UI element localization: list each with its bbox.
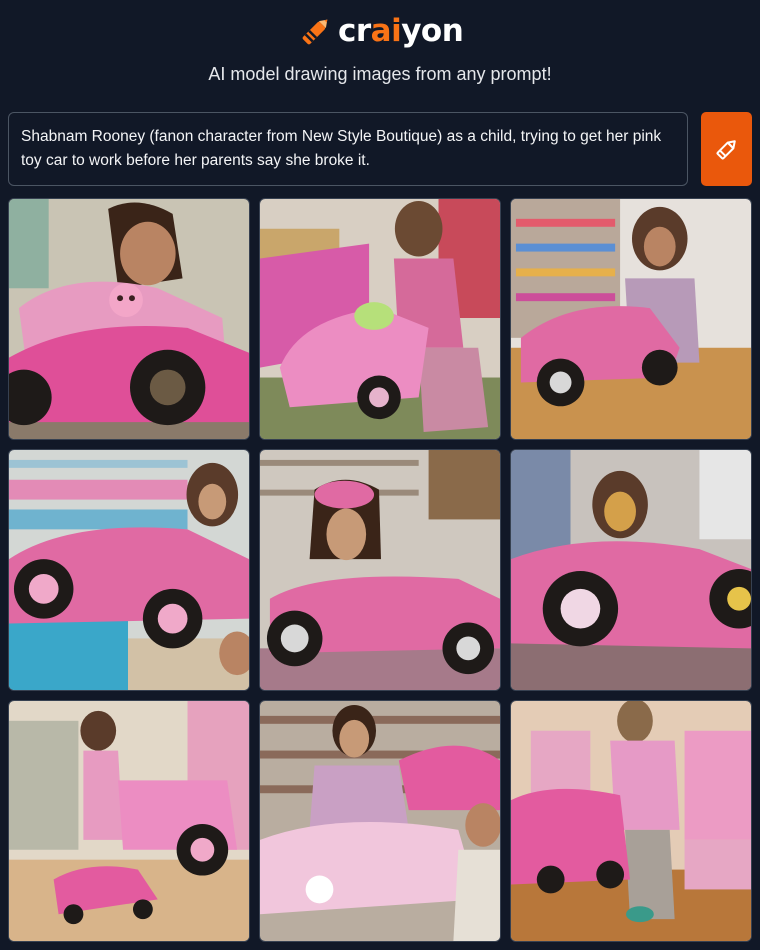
brand-name: craiyon	[338, 10, 464, 52]
result-image[interactable]	[8, 198, 250, 440]
prompt-input[interactable]: Shabnam Rooney (fanon character from New…	[8, 112, 688, 186]
result-image[interactable]	[510, 449, 752, 691]
result-image[interactable]	[259, 449, 501, 691]
crayon-icon	[302, 19, 328, 45]
brand-name-part1: cr	[338, 13, 371, 49]
result-image[interactable]	[510, 198, 752, 440]
tagline: AI model drawing images from any prompt!	[208, 64, 552, 84]
result-image[interactable]	[259, 700, 501, 942]
result-image[interactable]	[8, 449, 250, 691]
pencil-icon	[716, 140, 736, 160]
result-image[interactable]	[510, 700, 752, 942]
brand-name-part2: yon	[401, 13, 464, 49]
result-image[interactable]	[259, 198, 501, 440]
craiyon-logo[interactable]: craiyon	[298, 10, 464, 52]
brand-name-accent: ai	[370, 13, 402, 49]
result-image[interactable]	[8, 700, 250, 942]
draw-button[interactable]	[701, 112, 752, 186]
header: craiyon AI model drawing images from any…	[0, 0, 760, 100]
results-grid	[8, 198, 752, 942]
